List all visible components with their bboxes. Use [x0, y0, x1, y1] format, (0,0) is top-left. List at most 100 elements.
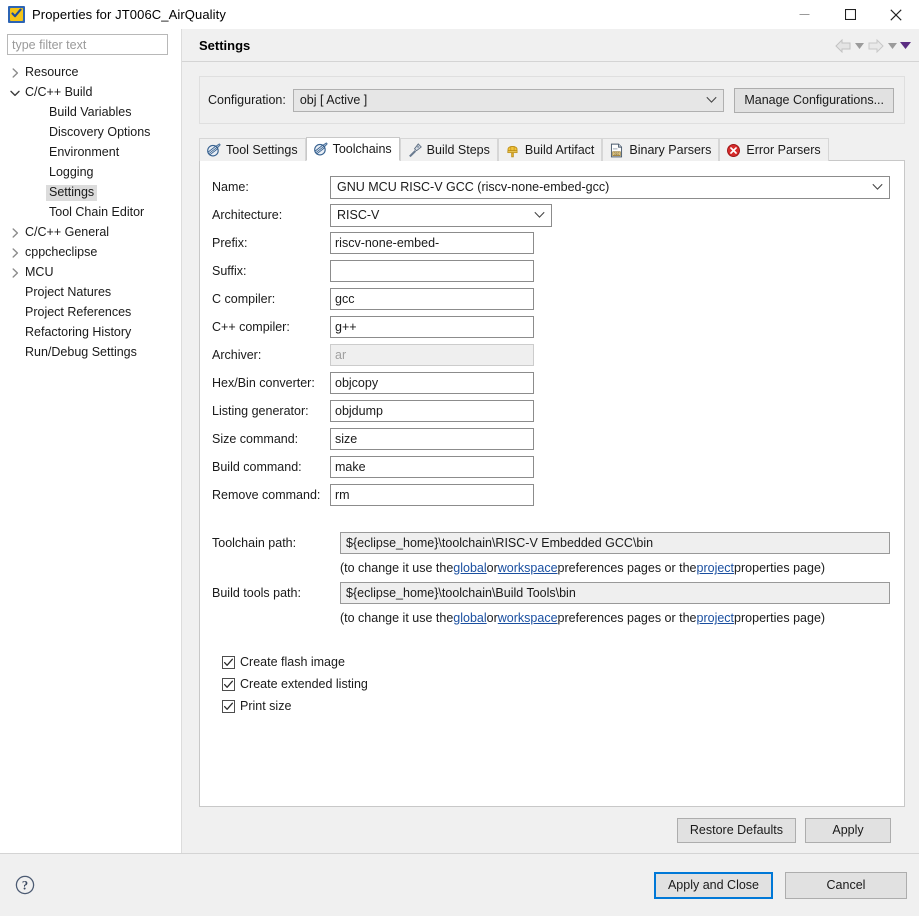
prefix-input[interactable] [330, 232, 534, 254]
dialog-button-bar: ? Apply and Close Cancel [0, 853, 919, 916]
cpp-compiler-input[interactable] [330, 316, 534, 338]
hexbin-converter-input[interactable] [330, 372, 534, 394]
checkbox-label: Print size [240, 699, 292, 713]
sidebar-item-logging[interactable]: Logging [0, 163, 181, 183]
apply-and-close-button[interactable]: Apply and Close [653, 871, 773, 899]
sidebar-item-label: MCU [25, 265, 54, 280]
back-arrow-icon[interactable] [834, 38, 852, 53]
checkbox-create-flash-image[interactable] [222, 655, 235, 669]
apply-button[interactable]: Apply [805, 817, 891, 843]
project-link[interactable]: project [697, 611, 735, 625]
checkbox-create-extended-listing[interactable] [222, 677, 235, 691]
checkbox-print-size[interactable] [222, 699, 235, 713]
sidebar-item-cppcheclipse[interactable]: cppcheclipse [0, 243, 181, 263]
tab-error-parsers[interactable]: Error Parsers [719, 138, 829, 161]
sidebar-item-project-references[interactable]: Project References [0, 303, 181, 323]
listing-generator-input[interactable] [330, 400, 534, 422]
chevron-down-icon[interactable] [8, 90, 22, 97]
manage-configurations-button[interactable]: Manage Configurations... [734, 87, 894, 113]
tab-build-steps[interactable]: Build Steps [399, 138, 498, 161]
hint-prefix: (to change it use the [340, 611, 454, 625]
remove-command-label: Remove command: [212, 488, 321, 502]
checkbox-row[interactable]: Print size [212, 695, 890, 717]
sidebar-item-run-debug-settings[interactable]: Run/Debug Settings [0, 343, 181, 363]
sidebar-item-project-natures[interactable]: Project Natures [0, 283, 181, 303]
tab-build-artifact[interactable]: Build Artifact [497, 138, 603, 161]
back-menu-chevron-down-icon[interactable] [855, 42, 864, 49]
size-command-input[interactable] [330, 428, 534, 450]
cancel-button[interactable]: Cancel [785, 871, 907, 899]
tab-binary-parsers[interactable]: 010 Binary Parsers [602, 138, 720, 161]
sidebar-item-discovery-options[interactable]: Discovery Options [0, 123, 181, 143]
prefix-label: Prefix: [212, 236, 248, 250]
check-icon [223, 702, 234, 710]
workspace-link[interactable]: workspace [498, 561, 558, 575]
checkbox-label: Create extended listing [240, 677, 368, 691]
window-title: Properties for JT006C_AirQuality [32, 7, 226, 22]
view-menu-chevron-down-icon[interactable] [900, 42, 911, 49]
tab-toolchains[interactable]: Toolchains [305, 137, 400, 161]
global-link[interactable]: global [453, 561, 486, 575]
suffix-input[interactable] [330, 260, 534, 282]
hint-mid2: preferences pages or the [557, 611, 697, 625]
architecture-label: Architecture: [212, 208, 283, 222]
global-link[interactable]: global [453, 611, 486, 625]
filter-input[interactable] [7, 34, 168, 55]
sidebar-item-label: Environment [49, 145, 120, 160]
checkbox-row[interactable]: Create flash image [212, 651, 890, 673]
name-combo[interactable]: GNU MCU RISC-V GCC (riscv-none-embed-gcc… [330, 175, 890, 199]
sidebar-item-label: Resource [25, 65, 79, 80]
form-row-name: Name: GNU MCU RISC-V GCC (riscv-none-emb… [212, 173, 890, 201]
chevron-right-icon[interactable] [8, 248, 22, 258]
form-row-remove: Remove command: [212, 481, 890, 509]
form-row-size: Size command: [212, 425, 890, 453]
sidebar-item-label: Build Variables [49, 105, 132, 120]
maximize-button[interactable] [827, 0, 873, 29]
tab-tool-settings[interactable]: Tool Settings [199, 138, 306, 161]
c-compiler-input[interactable] [330, 288, 534, 310]
chevron-right-icon[interactable] [8, 68, 22, 78]
sidebar-item-label: C/C++ Build [25, 85, 93, 100]
sidebar-item-label: Settings [46, 185, 98, 201]
restore-defaults-button[interactable]: Restore Defaults [676, 817, 796, 843]
page-header: Settings [182, 29, 919, 62]
architecture-combo[interactable]: RISC-V [330, 203, 552, 227]
window-controls [781, 0, 919, 29]
chevron-right-icon[interactable] [8, 228, 22, 238]
buildtools-path-hint: (to change it use the global or workspac… [212, 607, 890, 629]
sidebar-item-environment[interactable]: Environment [0, 143, 181, 163]
hint-suffix: properties page) [734, 561, 826, 575]
check-icon [223, 680, 234, 688]
tab-label: Tool Settings [226, 143, 298, 157]
close-button[interactable] [873, 0, 919, 29]
sidebar-item-settings[interactable]: Settings [0, 183, 181, 203]
workspace-link[interactable]: workspace [498, 611, 558, 625]
options-checkbox-group: Create flash image Create extended listin… [212, 651, 890, 717]
project-link[interactable]: project [697, 561, 735, 575]
forward-arrow-icon[interactable] [867, 38, 885, 53]
sidebar-item-c-c-general[interactable]: C/C++ General [0, 223, 181, 243]
checkbox-row[interactable]: Create extended listing [212, 673, 890, 695]
sidebar-item-c-c-build[interactable]: C/C++ Build [0, 83, 181, 103]
sidebar-item-resource[interactable]: Resource [0, 63, 181, 83]
help-icon[interactable]: ? [14, 874, 36, 896]
forward-menu-chevron-down-icon[interactable] [888, 42, 897, 49]
filter-container [0, 29, 181, 55]
sidebar-item-refactoring-history[interactable]: Refactoring History [0, 323, 181, 343]
sidebar-item-mcu[interactable]: MCU [0, 263, 181, 283]
minimize-button[interactable] [781, 0, 827, 29]
paths-block: Toolchain path: ${eclipse_home}\toolchai… [212, 529, 890, 629]
sidebar-item-build-variables[interactable]: Build Variables [0, 103, 181, 123]
toolchain-path-hint: (to change it use the global or workspac… [212, 557, 890, 579]
buildtools-path-value: ${eclipse_home}\toolchain\Build Tools\bi… [340, 582, 890, 604]
form-row-archiver: Archiver: [212, 341, 890, 369]
sidebar-item-label: Refactoring History [25, 325, 132, 340]
configuration-combo[interactable]: obj [ Active ] [292, 88, 725, 112]
build-command-input[interactable] [330, 456, 534, 478]
remove-command-input[interactable] [330, 484, 534, 506]
chevron-right-icon[interactable] [8, 268, 22, 278]
sidebar-item-tool-chain-editor[interactable]: Tool Chain Editor [0, 203, 181, 223]
sidebar-item-label: cppcheclipse [25, 245, 98, 260]
buildtools-path-row: Build tools path: ${eclipse_home}\toolch… [212, 579, 890, 607]
hint-mid2: preferences pages or the [557, 561, 697, 575]
